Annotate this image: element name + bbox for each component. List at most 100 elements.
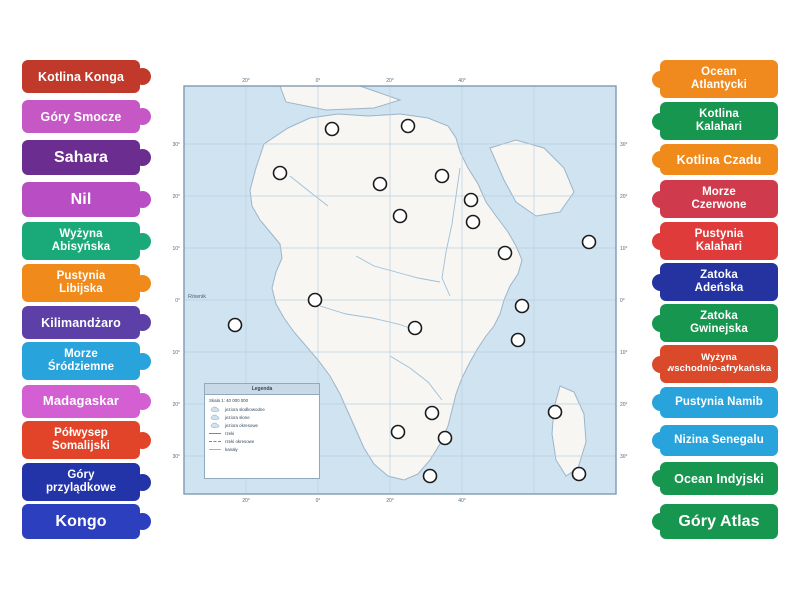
map-target-point[interactable] xyxy=(547,404,563,420)
connector-dot[interactable] xyxy=(652,470,669,487)
map-target-point[interactable] xyxy=(510,332,526,348)
map-target-point[interactable] xyxy=(407,320,423,336)
graticule-tick-label: 20° xyxy=(386,498,394,504)
connector-dot[interactable] xyxy=(134,513,151,530)
connector-dot[interactable] xyxy=(652,70,669,88)
legend-item: jeziora słodkowodne xyxy=(205,405,319,413)
label-pill[interactable]: Pustynia Kalahari xyxy=(660,222,778,260)
map-target-point[interactable] xyxy=(400,118,416,134)
connector-dot[interactable] xyxy=(134,232,151,250)
map-target-point[interactable] xyxy=(465,214,481,230)
map-target-point[interactable] xyxy=(581,234,597,250)
label-pill[interactable]: Ocean Atlantycki xyxy=(660,60,778,98)
connector-dot[interactable] xyxy=(652,513,669,530)
labelled-diagram-canvas: Kotlina Konga Góry Smocze Sahara Nil Wyżyna … xyxy=(0,0,800,600)
map-target-point[interactable] xyxy=(463,192,479,208)
connector-dot[interactable] xyxy=(134,191,151,208)
graticule-tick-label: 30° xyxy=(172,454,180,460)
graticule-tick-label: 20° xyxy=(242,498,250,504)
legend-symbol-icon xyxy=(209,438,221,444)
legend-item-label: kanały xyxy=(225,446,238,452)
legend-item: rzeki xyxy=(205,429,319,437)
connector-dot[interactable] xyxy=(134,314,151,331)
label-pill[interactable]: Kotlina Kalahari xyxy=(660,102,778,140)
africa-map: Równik 20° 0° 20° 40° 20° 0° 20° 40° 30° 20° 10° 0°… xyxy=(160,56,640,516)
graticule-tick-label: 20° xyxy=(620,402,628,408)
equator-annotation: Równik xyxy=(188,294,206,300)
legend-item-label: jeziora okresowe xyxy=(225,422,258,428)
connector-dot[interactable] xyxy=(652,273,669,291)
legend-item: jeziora okresowe xyxy=(205,421,319,429)
connector-dot[interactable] xyxy=(134,274,151,292)
graticule-tick-label: 20° xyxy=(172,402,180,408)
map-target-point[interactable] xyxy=(514,298,530,314)
label-pill[interactable]: Pustynia Namib xyxy=(660,387,778,418)
legend-item: jeziora słone xyxy=(205,413,319,421)
connector-dot[interactable] xyxy=(652,151,669,168)
connector-dot[interactable] xyxy=(652,112,669,130)
map-target-point[interactable] xyxy=(392,208,408,224)
label-pill[interactable]: Góry Smocze xyxy=(22,100,140,133)
label-pill[interactable]: Wyżyna Abisyńska xyxy=(22,222,140,260)
label-pill[interactable]: Morze Czerwone xyxy=(660,180,778,218)
graticule-tick-label: 10° xyxy=(620,350,628,356)
map-target-point[interactable] xyxy=(307,292,323,308)
label-pill[interactable]: Półwysep Somalijski xyxy=(22,421,140,459)
label-pill[interactable]: Madagaskar xyxy=(22,385,140,418)
label-pill[interactable]: Pustynia Libijska xyxy=(22,264,140,302)
label-pill[interactable]: Ocean Indyjski xyxy=(660,462,778,495)
graticule-tick-label: 0° xyxy=(316,78,321,84)
label-pill[interactable]: Nil xyxy=(22,182,140,217)
map-target-point[interactable] xyxy=(272,165,288,181)
legend-item-label: rzeki xyxy=(225,430,235,436)
label-pill[interactable]: Zatoka Gwinejska xyxy=(660,304,778,342)
connector-dot[interactable] xyxy=(652,190,669,208)
legend-scale: Skala 1: 40 000 000 xyxy=(209,398,249,403)
label-pill[interactable]: Kotlina Czadu xyxy=(660,144,778,175)
label-pill[interactable]: Kilimandżaro xyxy=(22,306,140,339)
graticule-tick-label: 0° xyxy=(175,298,180,304)
connector-dot[interactable] xyxy=(652,394,669,411)
connector-dot[interactable] xyxy=(134,352,151,370)
legend-symbol-icon xyxy=(209,406,221,412)
map-target-point[interactable] xyxy=(571,466,587,482)
label-pill[interactable]: Nizina Senegalu xyxy=(660,425,778,456)
map-target-point[interactable] xyxy=(372,176,388,192)
graticule-tick-label: 20° xyxy=(386,78,394,84)
label-pill[interactable]: Sahara xyxy=(22,140,140,175)
map-target-point[interactable] xyxy=(227,317,243,333)
graticule-tick-label: 10° xyxy=(172,246,180,252)
connector-dot[interactable] xyxy=(134,68,151,85)
label-pill[interactable]: Kotlina Konga xyxy=(22,60,140,93)
connector-dot[interactable] xyxy=(134,149,151,166)
connector-dot[interactable] xyxy=(134,431,151,449)
map-target-point[interactable] xyxy=(434,168,450,184)
connector-dot[interactable] xyxy=(652,432,669,449)
graticule-tick-label: 30° xyxy=(172,142,180,148)
label-pill[interactable]: Góry Atlas xyxy=(660,504,778,539)
map-target-point[interactable] xyxy=(437,430,453,446)
legend-item-label: rzeki okresowe xyxy=(225,438,255,444)
connector-dot[interactable] xyxy=(134,108,151,125)
connector-dot[interactable] xyxy=(652,232,669,250)
label-pill[interactable]: Kongo xyxy=(22,504,140,539)
graticule-tick-label: 20° xyxy=(620,194,628,200)
legend-symbol-icon xyxy=(209,446,221,452)
label-pill[interactable]: Morze Śródziemne xyxy=(22,342,140,380)
connector-dot[interactable] xyxy=(134,473,151,491)
map-target-point[interactable] xyxy=(424,405,440,421)
label-pill[interactable]: Wyżyna wschodnio-afrykańska xyxy=(660,345,778,383)
connector-dot[interactable] xyxy=(134,393,151,410)
connector-dot[interactable] xyxy=(652,314,669,332)
map-target-point[interactable] xyxy=(390,424,406,440)
map-target-point[interactable] xyxy=(422,468,438,484)
label-pill[interactable]: Zatoka Adeńska xyxy=(660,263,778,301)
legend-item-label: jeziora słodkowodne xyxy=(225,406,265,412)
map-target-point[interactable] xyxy=(497,245,513,261)
legend-item-label: jeziora słone xyxy=(225,414,250,420)
connector-dot[interactable] xyxy=(652,355,669,373)
label-pill[interactable]: Góry przylądkowe xyxy=(22,463,140,501)
graticule-tick-label: 40° xyxy=(458,78,466,84)
legend-item-list: jeziora słodkowodne jeziora słone jeziora … xyxy=(205,405,319,453)
map-target-point[interactable] xyxy=(324,121,340,137)
